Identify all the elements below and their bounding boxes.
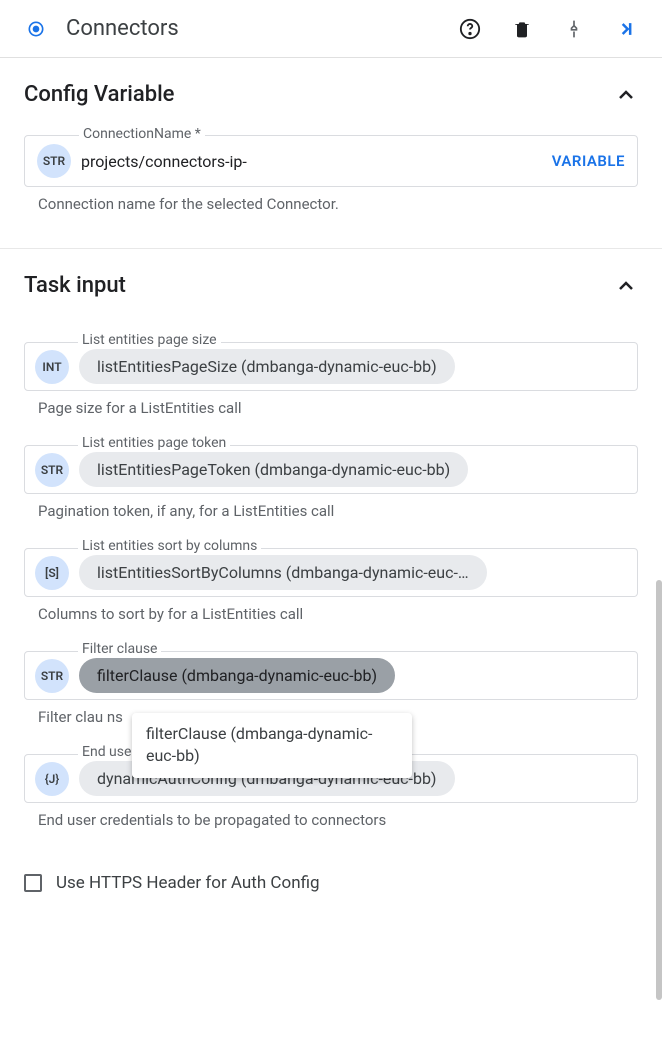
delete-icon[interactable] <box>510 17 534 41</box>
chip-value[interactable]: listEntitiesSortByColumns (dmbanga-dynam… <box>79 555 487 590</box>
header-actions <box>458 17 638 41</box>
field-label: ConnectionName * <box>79 126 205 142</box>
task-input-section: Task input List entities page size INT l… <box>0 249 662 853</box>
field-helper: Pagination token, if any, for a ListEnti… <box>24 494 638 520</box>
collapse-panel-icon[interactable] <box>614 17 638 41</box>
section-title: Config Variable <box>24 82 174 107</box>
type-chip-json: {J} <box>35 762 69 796</box>
pin-icon[interactable] <box>562 17 586 41</box>
input-box[interactable]: STR filterClause (dmbanga-dynamic-euc-bb… <box>24 651 638 700</box>
type-chip-str: STR <box>35 659 69 693</box>
list-entities-sort-by-field: List entities sort by columns [S] listEn… <box>24 548 638 623</box>
panel-header: Connectors <box>0 0 662 58</box>
filter-clause-field: Filter clause STR filterClause (dmbanga-… <box>24 651 638 726</box>
connection-name-input-box[interactable]: ConnectionName * STR VARIABLE <box>24 135 638 187</box>
field-helper: Page size for a ListEntities call <box>24 391 638 417</box>
chevron-up-icon <box>614 83 638 107</box>
type-chip-str: STR <box>37 144 71 178</box>
chip-value[interactable]: listEntitiesPageSize (dmbanga-dynamic-eu… <box>79 349 455 384</box>
field-helper: Columns to sort by for a ListEntities ca… <box>24 597 638 623</box>
panel-title: Connectors <box>66 16 440 41</box>
connection-name-input[interactable] <box>81 152 542 171</box>
chip-value[interactable]: listEntitiesPageToken (dmbanga-dynamic-e… <box>79 452 468 487</box>
connector-icon <box>24 17 48 41</box>
list-entities-page-token-field: List entities page token STR listEntitie… <box>24 445 638 520</box>
connection-name-field: ConnectionName * STR VARIABLE Connection… <box>24 135 638 213</box>
field-label: Filter clause <box>78 641 161 657</box>
https-header-checkbox-row[interactable]: Use HTTPS Header for Auth Config <box>0 873 662 893</box>
section-divider <box>0 229 662 249</box>
checkbox-label: Use HTTPS Header for Auth Config <box>56 873 320 893</box>
input-box[interactable]: [S] listEntitiesSortByColumns (dmbanga-d… <box>24 548 638 597</box>
type-chip-int: INT <box>35 350 69 384</box>
task-input-header[interactable]: Task input <box>24 249 638 314</box>
config-variable-header[interactable]: Config Variable <box>24 58 638 123</box>
help-icon[interactable] <box>458 17 482 41</box>
type-chip-str: STR <box>35 453 69 487</box>
variable-button[interactable]: VARIABLE <box>552 152 625 170</box>
https-header-checkbox[interactable] <box>24 874 42 892</box>
type-chip-array: [S] <box>35 556 69 590</box>
section-title: Task input <box>24 273 126 298</box>
config-variable-section: Config Variable ConnectionName * STR VAR… <box>0 58 662 249</box>
field-label: List entities page token <box>78 435 230 451</box>
field-label: List entities sort by columns <box>78 538 261 554</box>
chevron-up-icon <box>614 274 638 298</box>
field-helper: End user credentials to be propagated to… <box>24 803 638 829</box>
input-box[interactable]: STR listEntitiesPageToken (dmbanga-dynam… <box>24 445 638 494</box>
field-label: List entities page size <box>78 332 221 348</box>
list-entities-page-size-field: List entities page size INT listEntities… <box>24 342 638 417</box>
input-box[interactable]: INT listEntitiesPageSize (dmbanga-dynami… <box>24 342 638 391</box>
chip-value[interactable]: filterClause (dmbanga-dynamic-euc-bb) <box>79 658 395 693</box>
scrollbar[interactable] <box>656 580 662 1000</box>
tooltip: filterClause (dmbanga-dynamic-euc-bb) <box>132 713 412 778</box>
field-helper: Connection name for the selected Connect… <box>24 187 638 213</box>
